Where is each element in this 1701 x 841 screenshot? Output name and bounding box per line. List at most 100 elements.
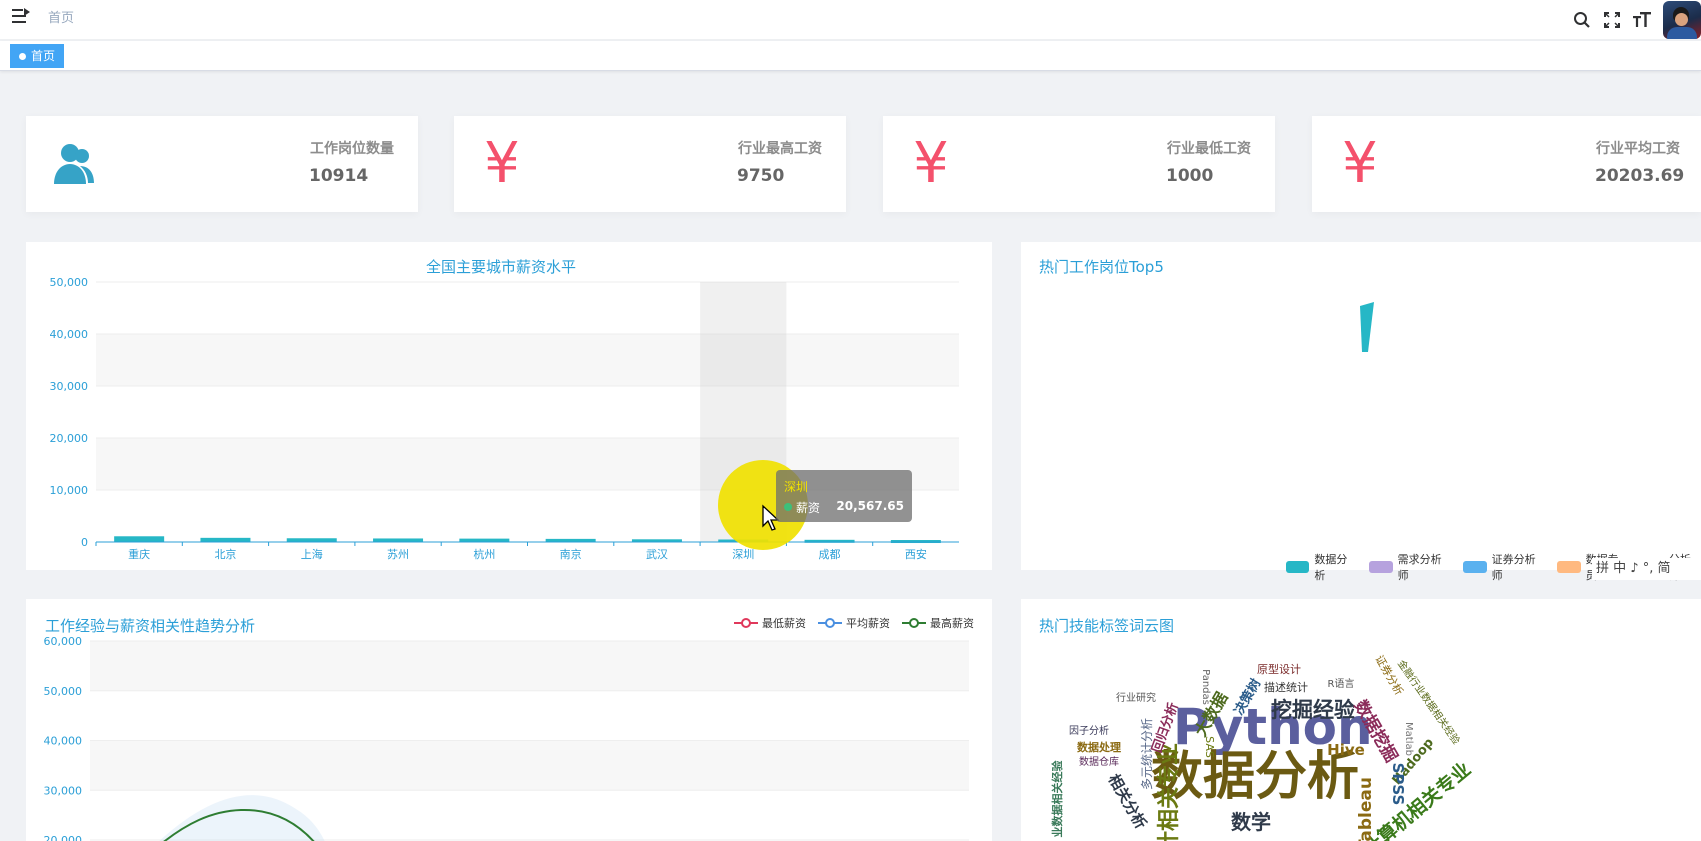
search-icon[interactable]: [1567, 5, 1597, 35]
stat-label: 行业最高工资: [738, 141, 822, 157]
stat-value: 1000: [1166, 166, 1214, 186]
user-avatar[interactable]: [1663, 1, 1701, 39]
top-navbar: 首页: [0, 0, 1701, 40]
grid-band: [90, 740, 969, 791]
y-tick-label: 40,000: [50, 328, 89, 341]
area-fill: [159, 795, 325, 841]
stat-card-max-salary[interactable]: ¥ 行业最高工资 9750: [454, 116, 846, 212]
wordcloud-word[interactable]: 原型设计: [1257, 662, 1301, 676]
bar[interactable]: [373, 538, 424, 542]
wordcloud-word[interactable]: Pandas: [1200, 669, 1211, 705]
active-dot-icon: [19, 52, 26, 60]
wordcloud-word[interactable]: Matlab: [1403, 722, 1414, 756]
x-tick-label: 杭州: [473, 547, 495, 561]
city-salary-panel: 全国主要城市薪资水平 0 10,000 20,000 30,000 40,000 50,0…: [26, 242, 992, 570]
x-tick-label: 武汉: [646, 548, 668, 561]
x-tick-label: 南京: [560, 547, 582, 561]
pie-slice-fragment[interactable]: [1356, 302, 1386, 362]
wordcloud-word[interactable]: Tableau: [1356, 777, 1376, 841]
tags-view-bar: 首页: [0, 41, 1701, 71]
y-tick-label: 40,000: [44, 735, 83, 748]
bar[interactable]: [200, 537, 251, 542]
ime-text: 拼 中 ♪ °, 简: [1596, 561, 1671, 576]
legend-label: 需求分析师: [1397, 553, 1442, 582]
yen-icon: ¥: [913, 131, 949, 196]
wordcloud-word[interactable]: 统计相关专业: [1156, 743, 1182, 841]
legend-label: 证券分析师: [1491, 553, 1536, 582]
x-tick-label: 苏州: [387, 548, 409, 561]
x-tick-label: 上海: [301, 547, 323, 561]
breadcrumb[interactable]: 首页: [48, 7, 74, 26]
stat-card-avg-salary[interactable]: ¥ 行业平均工资 20203.69: [1312, 116, 1701, 212]
people-icon: [50, 140, 98, 188]
stat-value: 20203.69: [1595, 166, 1685, 186]
grid-band: [90, 641, 969, 691]
tag-label: 首页: [31, 49, 56, 63]
y-tick-label: 20,000: [44, 834, 83, 841]
y-tick-label: 60,000: [44, 635, 83, 648]
y-tick-label: 10,000: [50, 484, 89, 497]
experience-trend-panel: 工作经验与薪资相关性趋势分析 最低薪资 平均薪资 最高薪资 20,000 30,000…: [26, 599, 992, 841]
tooltip-series: 薪资: [796, 501, 821, 515]
yen-icon: ¥: [1342, 131, 1378, 196]
grid-band: [96, 334, 959, 386]
stat-label: 行业平均工资: [1596, 141, 1680, 157]
stat-label: 工作岗位数量: [310, 141, 394, 157]
skills-wordcloud-panel: 热门技能标签词云图 Python 数据分析 挖掘经验 大数据 决策树 原型设计 描述统计 R语…: [1021, 599, 1701, 841]
x-tick-label: 深圳: [732, 548, 754, 561]
wordcloud-word[interactable]: R语言: [1328, 677, 1355, 690]
experience-trend-line-chart[interactable]: 20,000 30,000 40,000 50,000 60,000: [26, 599, 992, 841]
bar[interactable]: [459, 538, 510, 542]
top5-jobs-panel: 热门工作岗位Top5 数据分析需求分析师证券分析师数据专员分析师 拼 中 ♪ °…: [1021, 242, 1701, 582]
bar[interactable]: [114, 536, 165, 542]
wordcloud-word[interactable]: SPSS: [1389, 763, 1407, 806]
tag-home[interactable]: 首页: [10, 44, 65, 68]
stat-value: 9750: [737, 166, 785, 186]
x-tick-label: 西安: [905, 547, 927, 561]
skills-wordcloud[interactable]: Python数据分析挖掘经验大数据 决策树原型设计描述统计 R语言数据挖掘证券分析金…: [1021, 599, 1701, 841]
x-tick-label: 重庆: [128, 547, 150, 561]
bar[interactable]: [286, 538, 337, 542]
hamburger-menu-icon[interactable]: [12, 8, 30, 24]
wordcloud-word[interactable]: 行业研究: [1116, 691, 1156, 704]
y-tick-label: 0: [81, 536, 88, 549]
stat-value: 10914: [309, 166, 369, 186]
legend-swatch-icon: [1463, 561, 1487, 573]
wordcloud-word[interactable]: 因子分析: [1069, 724, 1109, 737]
stat-card-job-count[interactable]: 工作岗位数量 10914: [26, 116, 418, 212]
wordcloud-word[interactable]: 数据处理: [1077, 740, 1121, 754]
wordcloud-word[interactable]: 数学: [1231, 810, 1271, 834]
tooltip-value: 20,567.65: [836, 499, 904, 513]
wordcloud-word[interactable]: Hive: [1327, 741, 1365, 759]
y-tick-label: 30,000: [50, 380, 89, 393]
font-size-icon[interactable]: [1627, 5, 1657, 35]
stat-card-min-salary[interactable]: ¥ 行业最低工资 1000: [883, 116, 1275, 212]
tooltip-title: 深圳: [784, 480, 809, 494]
ime-toolbar: 拼 中 ♪ °, 简: [1592, 558, 1701, 580]
fullscreen-icon[interactable]: [1597, 5, 1627, 35]
chart-tooltip: 深圳 薪资 20,567.65: [776, 470, 912, 522]
tooltip-marker-icon: [784, 503, 792, 511]
chart-title: 热门工作岗位Top5: [1039, 258, 1164, 276]
legend-swatch-icon: [1369, 561, 1393, 573]
wordcloud-word[interactable]: 多元统计分析: [1140, 718, 1154, 790]
y-tick-label: 50,000: [50, 276, 89, 289]
yen-icon: ¥: [484, 131, 520, 196]
wordcloud-word[interactable]: 描述统计: [1264, 680, 1308, 694]
legend-item[interactable]: 证券分析师: [1463, 551, 1545, 583]
stat-label: 行业最低工资: [1167, 141, 1251, 157]
wordcloud-word[interactable]: 数据仓库: [1079, 755, 1119, 768]
legend-item[interactable]: 需求分析师: [1369, 551, 1451, 583]
wordcloud-word[interactable]: SAS: [1203, 736, 1216, 758]
legend-swatch-icon: [1557, 561, 1581, 573]
legend-label: 数据分析: [1314, 553, 1348, 582]
x-tick-label: 北京: [214, 547, 236, 561]
wordcloud-word[interactable]: 业数据相关经验: [1050, 760, 1064, 838]
legend-swatch-icon: [1286, 561, 1310, 573]
x-tick-label: 成都: [819, 548, 841, 561]
wordcloud-word[interactable]: 挖掘经验: [1271, 698, 1355, 722]
y-tick-label: 20,000: [50, 432, 89, 445]
y-tick-label: 50,000: [44, 685, 83, 698]
y-tick-label: 30,000: [44, 784, 83, 797]
legend-item[interactable]: 数据分析: [1286, 551, 1357, 583]
